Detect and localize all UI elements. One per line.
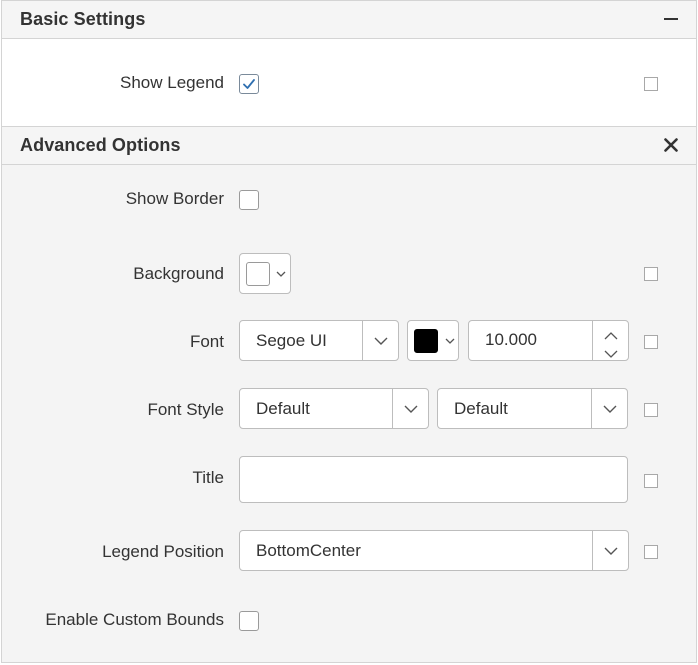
title-override-checkbox[interactable] (644, 474, 658, 488)
show-legend-override-checkbox[interactable] (644, 77, 658, 91)
background-color-picker[interactable] (239, 253, 291, 294)
advanced-options-header[interactable]: Advanced Options (2, 127, 696, 165)
enable-custom-bounds-checkbox[interactable] (239, 611, 259, 631)
font-family-dropdown[interactable]: Segoe UI (239, 320, 399, 361)
chevron-up-icon[interactable] (604, 327, 618, 345)
chevron-down-icon (445, 338, 455, 344)
title-label: Title (192, 468, 225, 487)
font-family-dropdown-button[interactable] (362, 321, 398, 360)
font-style-value: Default (256, 399, 310, 418)
basic-settings-header[interactable]: Basic Settings (2, 1, 696, 39)
chevron-down-icon (604, 547, 617, 555)
font-weight-dropdown[interactable]: Default (437, 388, 628, 429)
basic-settings-panel: Basic Settings (1, 0, 697, 128)
background-override-checkbox[interactable] (644, 267, 658, 281)
background-label: Background (133, 264, 224, 283)
font-family-value: Segoe UI (256, 331, 327, 350)
font-size-stepper[interactable] (468, 320, 629, 361)
title-input[interactable] (239, 456, 628, 503)
font-size-input[interactable] (485, 330, 585, 350)
font-style-label: Font Style (147, 400, 224, 419)
font-style-dropdown-button[interactable] (392, 389, 428, 428)
legend-position-dropdown[interactable]: BottomCenter (239, 530, 629, 571)
show-legend-checkbox[interactable] (239, 74, 259, 94)
font-size-spinner (592, 321, 628, 360)
background-color-swatch (246, 262, 270, 286)
minus-icon[interactable] (660, 5, 682, 33)
chevron-down-icon (374, 337, 387, 345)
font-color-swatch (414, 329, 438, 353)
enable-custom-bounds-label: Enable Custom Bounds (45, 610, 224, 629)
font-weight-dropdown-button[interactable] (591, 389, 627, 428)
chevron-down-icon (404, 405, 417, 413)
font-weight-value: Default (454, 399, 508, 418)
close-icon[interactable] (660, 131, 682, 159)
legend-position-override-checkbox[interactable] (644, 545, 658, 559)
legend-position-label: Legend Position (102, 542, 224, 561)
advanced-options-title: Advanced Options (20, 135, 181, 155)
show-border-checkbox[interactable] (239, 190, 259, 210)
show-legend-label: Show Legend (120, 73, 224, 92)
checkmark-icon (243, 79, 255, 89)
chevron-down-icon (276, 271, 286, 277)
show-border-label: Show Border (125, 189, 224, 208)
basic-settings-title: Basic Settings (20, 9, 146, 29)
font-override-checkbox[interactable] (644, 335, 658, 349)
font-label: Font (189, 332, 224, 351)
font-color-picker[interactable] (407, 320, 459, 361)
chevron-down-icon[interactable] (604, 345, 618, 363)
chevron-down-icon (603, 405, 616, 413)
font-style-override-checkbox[interactable] (644, 403, 658, 417)
font-style-dropdown[interactable]: Default (239, 388, 429, 429)
legend-position-dropdown-button[interactable] (592, 531, 628, 570)
legend-position-value: BottomCenter (256, 541, 361, 560)
